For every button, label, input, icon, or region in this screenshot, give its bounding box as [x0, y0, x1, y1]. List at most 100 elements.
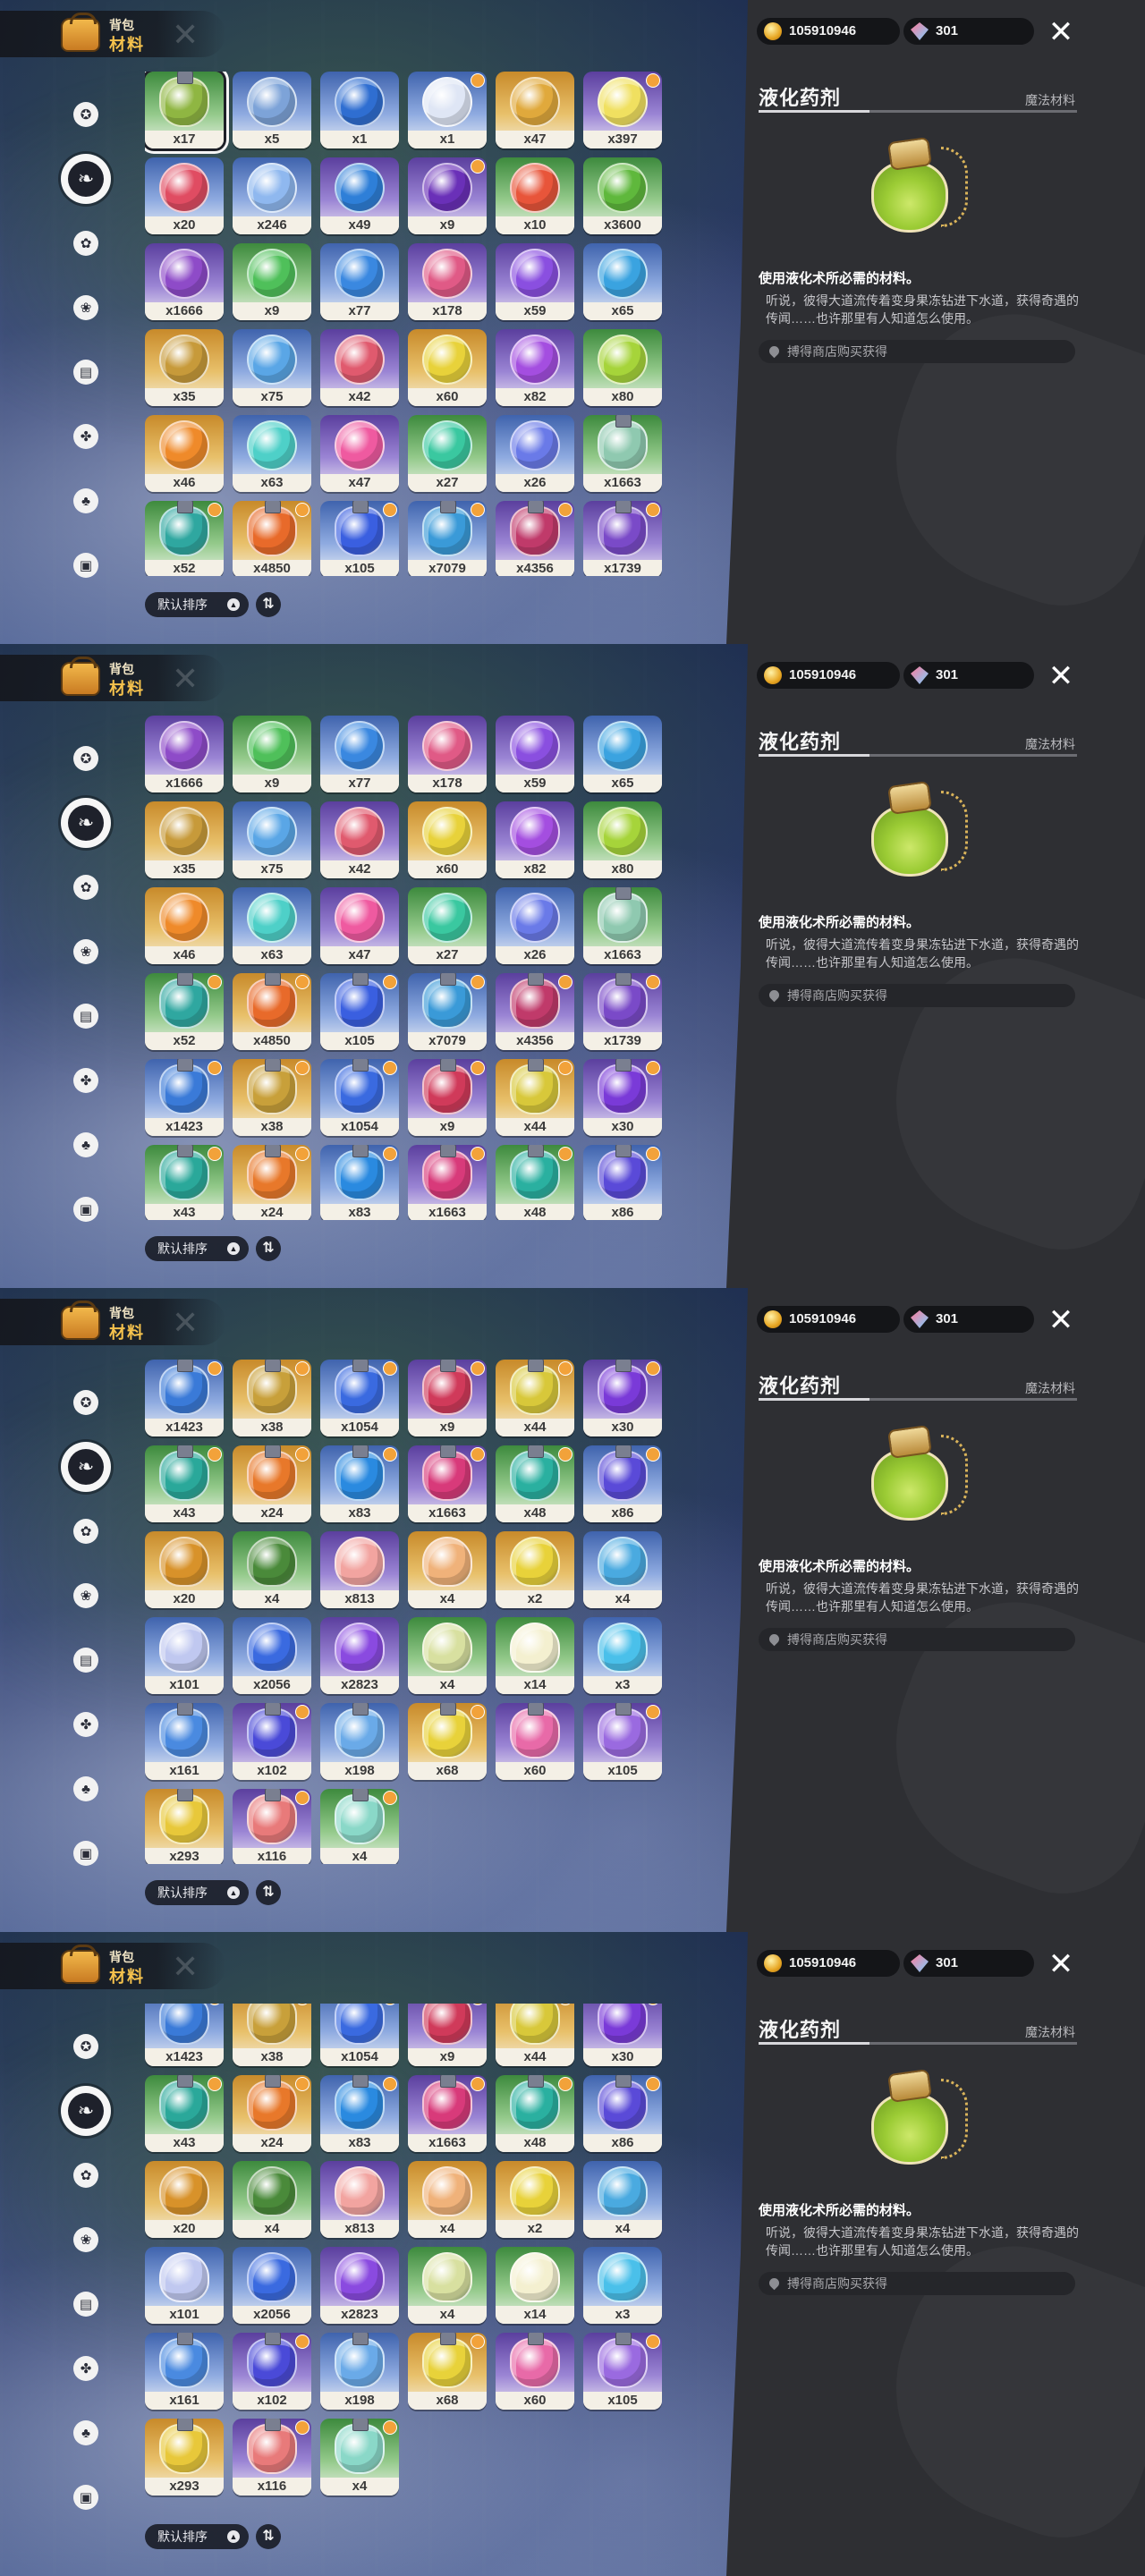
- item-slot[interactable]: x105: [320, 501, 399, 576]
- item-slot[interactable]: x4: [233, 1531, 311, 1608]
- item-slot[interactable]: x49: [320, 157, 399, 234]
- item-slot[interactable]: x24: [233, 2075, 311, 2152]
- item-slot[interactable]: x198: [320, 2333, 399, 2410]
- item-slot[interactable]: x63: [233, 887, 311, 964]
- item-slot[interactable]: x7079: [408, 501, 487, 576]
- sort-order-toggle-button[interactable]: ⇅: [256, 2524, 281, 2549]
- item-slot[interactable]: x38: [233, 2004, 311, 2066]
- close-icon[interactable]: ✕: [1043, 1302, 1079, 1338]
- item-slot[interactable]: x47: [496, 72, 574, 148]
- category-tab-acorn[interactable]: ♣: [68, 483, 104, 519]
- item-slot[interactable]: x4: [408, 1531, 487, 1608]
- item-slot[interactable]: x161: [145, 1703, 224, 1780]
- item-slot[interactable]: x48: [496, 1145, 574, 1220]
- close-icon[interactable]: ✕: [1043, 658, 1079, 694]
- sort-dropdown[interactable]: 默认排序 ▲: [145, 2524, 249, 2549]
- item-slot[interactable]: x86: [583, 2075, 662, 2152]
- sort-dropdown[interactable]: 默认排序 ▲: [145, 592, 249, 617]
- item-slot[interactable]: x27: [408, 415, 487, 492]
- item-slot[interactable]: x2056: [233, 2247, 311, 2324]
- item-slot[interactable]: x105: [320, 973, 399, 1050]
- item-slot[interactable]: x42: [320, 801, 399, 878]
- item-slot[interactable]: x14: [496, 2247, 574, 2324]
- item-slot[interactable]: x1666: [145, 243, 224, 320]
- item-slot[interactable]: x2823: [320, 2247, 399, 2324]
- item-slot[interactable]: x4: [583, 2161, 662, 2238]
- item-slot[interactable]: x9: [408, 1059, 487, 1136]
- category-tab-paw-badge[interactable]: ❀: [68, 934, 104, 970]
- item-slot[interactable]: x9: [233, 716, 311, 792]
- category-tab-flower-badge[interactable]: ✿: [68, 225, 104, 261]
- item-slot[interactable]: x4850: [233, 501, 311, 576]
- item-slot[interactable]: x44: [496, 2004, 574, 2066]
- item-slot[interactable]: x102: [233, 2333, 311, 2410]
- item-slot[interactable]: x52: [145, 501, 224, 576]
- sort-order-toggle-button[interactable]: ⇅: [256, 592, 281, 617]
- item-slot[interactable]: x9: [408, 2004, 487, 2066]
- item-slot[interactable]: x26: [496, 415, 574, 492]
- item-slot[interactable]: x293: [145, 2419, 224, 2496]
- item-slot[interactable]: x30: [583, 2004, 662, 2066]
- item-slot[interactable]: x43: [145, 1145, 224, 1220]
- item-slot[interactable]: x77: [320, 243, 399, 320]
- sort-order-toggle-button[interactable]: ⇅: [256, 1236, 281, 1261]
- category-tab-star[interactable]: ✪: [68, 1385, 104, 1420]
- item-slot[interactable]: x48: [496, 2075, 574, 2152]
- item-slot[interactable]: x246: [233, 157, 311, 234]
- item-slot[interactable]: x24: [233, 1445, 311, 1522]
- category-tab-acorn[interactable]: ♣: [68, 1771, 104, 1807]
- item-slot[interactable]: x9: [233, 243, 311, 320]
- item-slot[interactable]: x68: [408, 2333, 487, 2410]
- item-slot[interactable]: x1739: [583, 501, 662, 576]
- item-slot[interactable]: x35: [145, 329, 224, 406]
- item-slot[interactable]: x1054: [320, 1059, 399, 1136]
- item-slot[interactable]: x2: [496, 1531, 574, 1608]
- category-tab-star[interactable]: ✪: [68, 2029, 104, 2064]
- item-slot[interactable]: x63: [233, 415, 311, 492]
- item-slot[interactable]: x14: [496, 1617, 574, 1694]
- item-slot[interactable]: x102: [233, 1703, 311, 1780]
- category-tab-scroll[interactable]: ▤: [68, 998, 104, 1034]
- item-slot[interactable]: x1423: [145, 1360, 224, 1436]
- category-tab-leaf[interactable]: ❧: [61, 1442, 111, 1492]
- item-slot[interactable]: x1663: [583, 415, 662, 492]
- item-slot[interactable]: x83: [320, 1445, 399, 1522]
- item-slot[interactable]: x47: [320, 415, 399, 492]
- item-slot[interactable]: x161: [145, 2333, 224, 2410]
- category-tab-chest[interactable]: ▣: [68, 1835, 104, 1871]
- item-source[interactable]: 搏得商店购买获得: [759, 984, 1075, 1007]
- item-slot[interactable]: x9: [408, 157, 487, 234]
- item-slot[interactable]: x1054: [320, 2004, 399, 2066]
- item-slot[interactable]: x10: [496, 157, 574, 234]
- item-slot[interactable]: x38: [233, 1059, 311, 1136]
- item-slot[interactable]: x83: [320, 2075, 399, 2152]
- item-slot[interactable]: x20: [145, 2161, 224, 2238]
- sort-dropdown[interactable]: 默认排序 ▲: [145, 1880, 249, 1905]
- item-slot[interactable]: x1739: [583, 973, 662, 1050]
- item-slot[interactable]: x38: [233, 1360, 311, 1436]
- sort-order-toggle-button[interactable]: ⇅: [256, 1880, 281, 1905]
- item-slot[interactable]: x4: [583, 1531, 662, 1608]
- item-slot[interactable]: x47: [320, 887, 399, 964]
- close-icon[interactable]: ✕: [1043, 1946, 1079, 1982]
- item-slot[interactable]: x43: [145, 2075, 224, 2152]
- item-slot[interactable]: x4: [320, 1789, 399, 1864]
- item-slot[interactable]: x68: [408, 1703, 487, 1780]
- item-slot[interactable]: x105: [583, 1703, 662, 1780]
- item-slot[interactable]: x116: [233, 1789, 311, 1864]
- item-slot[interactable]: x80: [583, 801, 662, 878]
- category-tab-star[interactable]: ✪: [68, 97, 104, 132]
- item-slot[interactable]: x44: [496, 1360, 574, 1436]
- item-slot[interactable]: x77: [320, 716, 399, 792]
- item-slot[interactable]: x86: [583, 1145, 662, 1220]
- category-tab-paw-badge[interactable]: ❀: [68, 2222, 104, 2258]
- item-slot[interactable]: x48: [496, 1445, 574, 1522]
- item-slot[interactable]: x1663: [583, 887, 662, 964]
- category-tab-chest[interactable]: ▣: [68, 1191, 104, 1227]
- item-source[interactable]: 搏得商店购买获得: [759, 340, 1075, 363]
- item-source[interactable]: 搏得商店购买获得: [759, 2272, 1075, 2295]
- item-slot[interactable]: x30: [583, 1360, 662, 1436]
- category-tab-scroll[interactable]: ▤: [68, 1642, 104, 1678]
- item-slot[interactable]: x5: [233, 72, 311, 148]
- category-tab-paw-badge[interactable]: ❀: [68, 1578, 104, 1614]
